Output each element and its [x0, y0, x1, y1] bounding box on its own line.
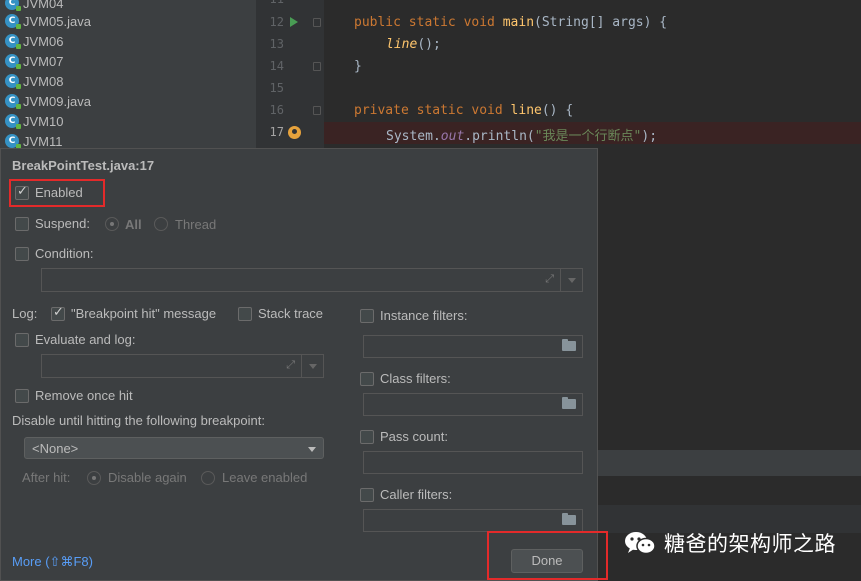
log-message-label: "Breakpoint hit" message — [71, 306, 217, 321]
line-number: 13 — [269, 37, 284, 51]
line-number: 16 — [269, 103, 284, 117]
breakpoint-popup: BreakPointTest.java:17 Enabled Suspend: … — [0, 148, 598, 581]
folder-icon[interactable] — [562, 513, 576, 525]
more-link[interactable]: More (⇧⌘F8) — [12, 554, 93, 570]
wechat-icon — [624, 530, 656, 556]
project-tree: C JVM04 C JVM05.java C JVM06 C JVM07 C JVM08 … — [0, 0, 256, 150]
instance-filters-checkbox[interactable] — [360, 309, 374, 323]
line-number: 11 — [262, 0, 284, 6]
pass-count-input[interactable] — [363, 451, 583, 474]
tree-item[interactable]: C JVM10 — [5, 111, 63, 131]
pass-count-checkbox[interactable] — [360, 430, 374, 444]
suspend-all-radio[interactable] — [105, 217, 119, 231]
line-number: 15 — [269, 81, 284, 95]
watermark: 糖爸的架构师之路 — [624, 528, 836, 558]
java-class-icon: C — [5, 114, 21, 129]
evaluate-checkbox[interactable] — [15, 333, 29, 347]
code-line: public static void main(String[] args) { — [354, 15, 668, 30]
java-class-icon: C — [5, 94, 21, 109]
line-number: 14 — [269, 59, 284, 73]
code-line: } — [354, 59, 362, 74]
condition-label: Condition: — [35, 246, 94, 261]
caller-filters-input[interactable] — [363, 509, 583, 532]
condition-input[interactable]: ⤢ — [41, 268, 583, 292]
condition-checkbox[interactable] — [15, 247, 29, 261]
run-icon[interactable] — [290, 17, 298, 27]
code-line: System.out.println("我是一个行断点"); — [386, 129, 658, 144]
bottom-panel-header — [598, 450, 861, 476]
tree-item[interactable]: C JVM07 — [5, 51, 63, 71]
chevron-down-icon[interactable] — [301, 355, 323, 377]
breakpoint-icon[interactable] — [288, 126, 301, 139]
instance-filters-label: Instance filters: — [380, 308, 468, 323]
leave-enabled-label: Leave enabled — [222, 470, 308, 485]
caller-filters-checkbox[interactable] — [360, 488, 374, 502]
java-class-icon: C — [5, 134, 21, 149]
remove-once-label: Remove once hit — [35, 388, 133, 403]
log-label: Log: — [12, 306, 38, 321]
caller-filters-label: Caller filters: — [380, 487, 453, 502]
highlight-box — [9, 179, 105, 207]
disable-again-label: Disable again — [108, 470, 187, 485]
evaluate-label: Evaluate and log: — [35, 332, 136, 347]
highlight-box — [487, 531, 608, 580]
fold-icon[interactable] — [313, 18, 321, 27]
suspend-thread-radio[interactable] — [154, 217, 168, 231]
java-class-icon: C — [5, 14, 21, 29]
line-number: 12 — [269, 15, 284, 29]
popup-title: BreakPointTest.java:17 — [12, 158, 155, 173]
remove-once-checkbox[interactable] — [15, 389, 29, 403]
folder-icon[interactable] — [562, 339, 576, 351]
java-class-icon: C — [5, 54, 21, 69]
after-hit-label: After hit: — [22, 470, 71, 485]
expand-icon[interactable]: ⤢ — [545, 273, 554, 286]
tree-item[interactable]: C JVM09.java — [5, 91, 91, 111]
code-editor[interactable]: 11 12 13 14 15 16 17 public static void … — [256, 0, 861, 150]
class-filters-checkbox[interactable] — [360, 372, 374, 386]
evaluate-input[interactable]: ⤢ — [41, 354, 324, 378]
code-line: private static void line() { — [354, 103, 574, 118]
suspend-thread-label: Thread — [175, 217, 217, 232]
class-filters-label: Class filters: — [380, 371, 451, 386]
class-filters-input[interactable] — [363, 393, 583, 416]
leave-enabled-radio[interactable] — [201, 471, 215, 485]
instance-filters-input[interactable] — [363, 335, 583, 358]
folder-icon[interactable] — [562, 397, 576, 409]
disable-until-select[interactable]: <None> — [24, 437, 324, 459]
chevron-down-icon[interactable] — [560, 269, 582, 291]
tree-item[interactable]: C JVM06 — [5, 31, 63, 51]
suspend-label: Suspend: — [35, 216, 90, 231]
disable-until-label: Disable until hitting the following brea… — [12, 413, 265, 428]
suspend-checkbox[interactable] — [15, 217, 29, 231]
stack-trace-checkbox[interactable] — [238, 307, 252, 321]
line-number: 17 — [269, 125, 284, 139]
suspend-all-label: All — [125, 217, 142, 232]
java-class-icon: C — [5, 74, 21, 89]
watermark-text: 糖爸的架构师之路 — [664, 532, 836, 556]
code-line: line(); — [386, 37, 441, 52]
tree-item[interactable]: C JVM08 — [5, 71, 63, 91]
tree-item[interactable]: C JVM05.java — [5, 11, 91, 31]
java-class-icon: C — [5, 34, 21, 49]
disable-again-radio[interactable] — [87, 471, 101, 485]
stack-trace-label: Stack trace — [258, 306, 324, 321]
chevron-down-icon — [308, 447, 316, 452]
log-message-checkbox[interactable] — [51, 305, 65, 321]
fold-icon[interactable] — [313, 62, 321, 71]
fold-icon[interactable] — [313, 106, 321, 115]
expand-icon[interactable]: ⤢ — [286, 359, 295, 372]
pass-count-label: Pass count: — [380, 429, 448, 444]
java-class-icon: C — [5, 0, 21, 11]
